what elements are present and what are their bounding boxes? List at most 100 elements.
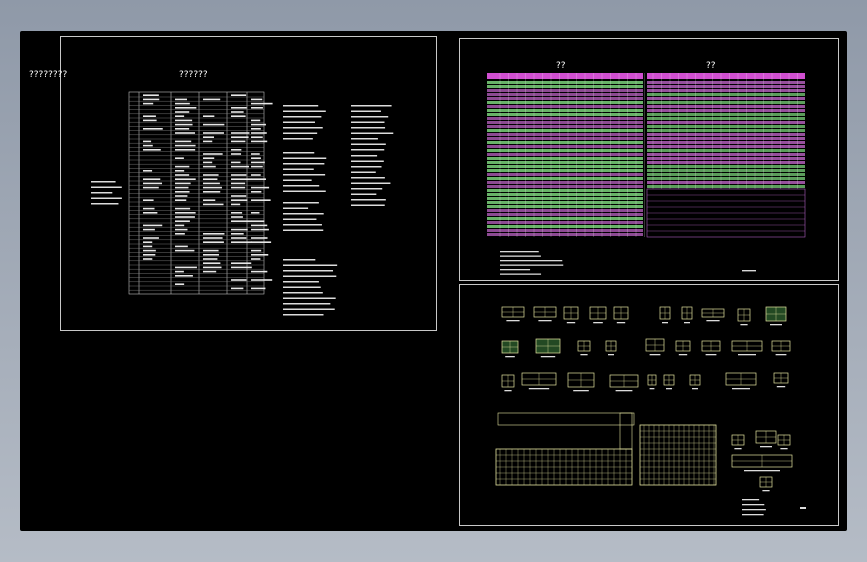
note-text-line [283,190,326,192]
table-cell-text [251,165,263,168]
schedule-row [647,173,805,176]
schedule-note-line [742,270,756,272]
table-cell-text [231,149,242,151]
table-cell-text [251,128,261,130]
table-cell-text [175,212,196,214]
cad-canvas[interactable]: ???????? ?????? ?? ?? [20,31,847,531]
note-text-line [351,182,391,184]
table-cell-text [231,195,247,197]
schedule-note-line [500,260,563,262]
table-cell-text [175,233,185,235]
schedule-row [647,129,805,132]
schedule-row [647,181,805,184]
table-cell-text [175,182,191,185]
note-text-line [351,138,378,140]
note-text-line [351,121,385,123]
schedule-row [647,113,805,116]
table-cell-text [175,224,185,227]
table-cell-text [175,283,185,285]
table-cell-text [251,153,260,155]
schedule-row [487,81,643,84]
table-cell-text [231,220,252,222]
schedule-row [647,137,805,140]
detail-note [742,504,765,506]
table-cell-text [231,161,241,164]
detail-caption [780,448,788,450]
table-cell-text [231,241,252,243]
detail-caption [666,388,672,390]
schedule-row [487,189,643,192]
note-text-line [351,199,386,201]
table-cell-text [251,270,268,273]
table-cell-text [203,161,213,164]
table-cell-text [175,144,196,147]
table-cell-text [203,182,220,185]
schedule-row [647,133,805,136]
note-text-line [351,110,381,112]
table-cell-text [203,186,222,189]
note-text-line [283,275,337,277]
note-text-line [351,105,392,107]
schedule-row [487,209,643,212]
schedule-row [647,81,805,84]
schedule-row [647,153,805,156]
table-cell-text [203,136,215,138]
schedule-row [647,125,805,128]
note-text-line [283,168,314,170]
table-cell-text [143,199,154,201]
table-cell-text [231,182,246,185]
spec-table-rows [129,94,273,291]
note-text-line [283,207,309,209]
schedule-row [487,125,643,128]
schedule-note-line [500,269,531,271]
detail-caption [528,388,550,390]
schedule-row [487,145,643,148]
table-cell-text [231,178,252,180]
table-cell-text [203,258,218,260]
table-cell-text [175,191,190,193]
schedule-row [487,193,643,196]
schedule-table [487,73,806,238]
detail-caption [740,324,748,326]
table-cell-text [251,98,263,101]
table-cell-text [143,128,163,130]
schedule-row [647,141,805,144]
table-cell-text [251,119,261,122]
table-cell-text [251,199,271,201]
detail-caption [649,354,661,356]
table-cell-text [203,178,218,180]
table-cell-text [203,140,213,143]
schedule-row [647,117,805,120]
table-cell-text [143,115,156,117]
drawing-sheet-left[interactable]: ???????? ?????? [29,36,437,331]
drawing-sheet-bottom-right[interactable] [459,284,839,526]
table-cell-text [251,161,265,164]
table-cell-text [143,140,152,143]
note-text-line [283,138,313,140]
schedule-row [487,233,643,236]
table-cell-text [251,132,267,134]
table-cell-text [231,165,250,168]
table-cell-text [203,249,219,252]
table-cell-text [203,233,225,235]
table-cell-text [231,279,247,281]
note-text-line [283,218,317,220]
table-cell-text [251,123,266,126]
table-cell-text [175,220,190,222]
schedule-row [487,221,643,224]
schedule-row [487,165,643,168]
schedule-row [487,93,643,96]
schedule-row [487,197,643,200]
detail-caption [662,322,668,324]
table-cell-text [231,287,244,290]
schedule-header-right: ?? [706,61,716,71]
table-cell-text [143,144,153,147]
drawing-sheet-top-right[interactable]: ?? ?? [459,38,839,281]
table-cell-text [175,107,197,109]
note-text-line [351,143,386,145]
schedule-row [487,109,643,112]
table-cell-text [143,249,156,252]
note-text-line [283,264,338,266]
table-cell-text [175,132,196,134]
detail-caption [770,324,782,326]
